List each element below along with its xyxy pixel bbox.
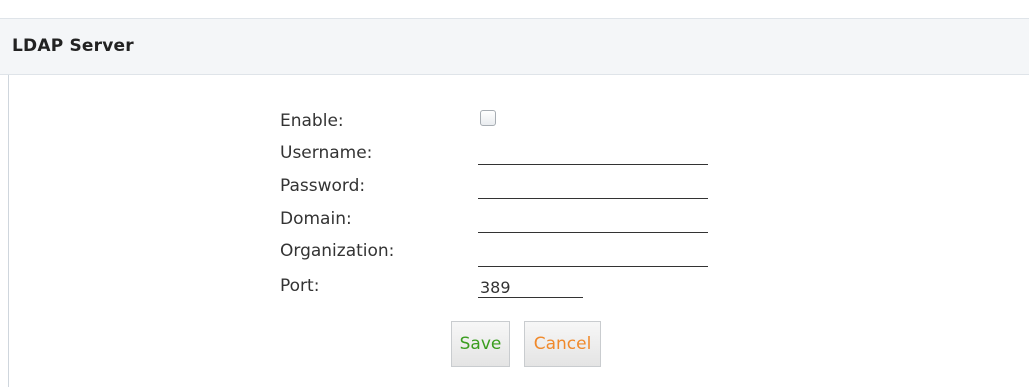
port-label: Port: [280,276,320,296]
domain-label: Domain: [280,209,352,229]
panel-left-border [8,75,9,387]
panel-header: LDAP Server [0,18,1029,75]
username-label: Username: [280,143,373,163]
organization-input[interactable] [478,247,708,267]
panel-title: LDAP Server [12,36,134,56]
password-input[interactable] [478,179,708,199]
ldap-server-panel: LDAP Server Enable: Username: Password: … [0,0,1029,387]
username-input[interactable] [478,145,708,165]
organization-label: Organization: [280,241,395,261]
save-button[interactable]: Save [451,321,510,367]
cancel-button[interactable]: Cancel [524,321,601,367]
password-label: Password: [280,176,366,196]
enable-checkbox[interactable] [480,110,496,126]
domain-input[interactable] [478,213,708,233]
enable-label: Enable: [280,111,344,131]
port-input[interactable] [478,278,583,298]
